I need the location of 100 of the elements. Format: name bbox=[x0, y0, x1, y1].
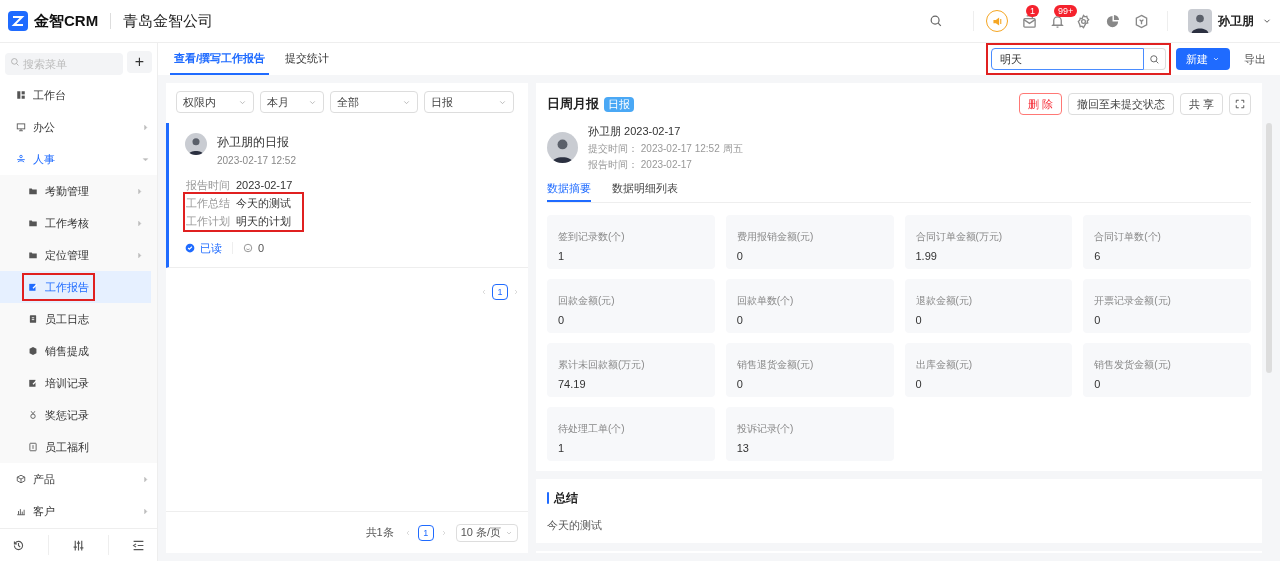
submit-time: 提交时间： 2023-02-17 12:52 周五 bbox=[588, 141, 743, 156]
menu-item[interactable]: 员工福利 bbox=[0, 431, 151, 463]
field-label: 工作总结 bbox=[186, 195, 230, 211]
stat-value: 0 bbox=[1094, 376, 1101, 392]
stat-label: 出库金额(元) bbox=[915, 357, 973, 372]
tab[interactable]: 数据明细列表 bbox=[612, 177, 678, 202]
read-status: 已读 bbox=[185, 240, 222, 257]
detail-title: 日周月报 bbox=[547, 95, 599, 114]
stat-value: 0 bbox=[736, 248, 743, 264]
pie-chart-icon[interactable] bbox=[1105, 13, 1120, 29]
monitor-icon bbox=[16, 122, 26, 132]
scrollbar[interactable] bbox=[1266, 123, 1272, 373]
stat-value: 0 bbox=[915, 376, 922, 392]
page-number[interactable]: 1 bbox=[492, 283, 508, 300]
stat-label: 回款金额(元) bbox=[558, 293, 615, 308]
stat-label: 开票记录金额(元) bbox=[1094, 293, 1171, 308]
action-button[interactable]: 撤回至未提交状态 bbox=[1067, 93, 1174, 115]
report-title: 孙卫朋的日报 bbox=[217, 134, 290, 151]
menu-item[interactable]: 工作考核 bbox=[0, 207, 151, 239]
page-size-dropdown[interactable]: 10 条/页 bbox=[455, 523, 518, 542]
folder-icon bbox=[28, 218, 38, 228]
caret-icon bbox=[1212, 55, 1220, 63]
avatar bbox=[185, 133, 207, 155]
menu-item[interactable]: 工作台 bbox=[0, 79, 157, 111]
caret-icon bbox=[136, 251, 143, 259]
filter-dropdown[interactable]: 全部 bbox=[330, 91, 418, 113]
action-button[interactable]: 共 享 bbox=[1179, 93, 1223, 115]
stat-value: 1 bbox=[558, 248, 565, 264]
search-icon[interactable] bbox=[929, 14, 943, 28]
user-name[interactable]: 孙卫朋 bbox=[1218, 12, 1254, 30]
stat-label: 销售退货金额(元) bbox=[736, 357, 814, 372]
tab[interactable]: 查看/撰写工作报告 bbox=[170, 43, 270, 75]
company-name: 青岛金智公司 bbox=[123, 10, 214, 31]
tab[interactable]: 数据摘要 bbox=[547, 177, 591, 202]
medal-icon bbox=[28, 410, 38, 420]
export-link[interactable]: 导出 bbox=[1244, 50, 1266, 68]
folder-icon bbox=[28, 186, 38, 196]
edit-icon bbox=[28, 378, 38, 388]
avatar bbox=[1188, 9, 1212, 33]
stat-label: 退款金额(元) bbox=[915, 293, 973, 308]
folder-icon bbox=[28, 250, 38, 260]
field-value: 今天的测试 bbox=[236, 195, 291, 211]
caret-icon bbox=[142, 155, 149, 163]
menu-item[interactable]: 工作报告 bbox=[0, 271, 151, 303]
filter-dropdown[interactable]: 日报 bbox=[424, 91, 514, 113]
comment-count: 0 bbox=[258, 241, 265, 256]
stat-value: 1 bbox=[558, 440, 565, 456]
dashboard-icon bbox=[16, 90, 26, 100]
hexagon-icon[interactable] bbox=[1134, 13, 1149, 29]
mail-icon[interactable] bbox=[1021, 13, 1037, 29]
menu-item[interactable]: 培训记录 bbox=[0, 367, 151, 399]
people-icon bbox=[16, 154, 26, 164]
fullscreen-button[interactable] bbox=[1229, 93, 1251, 115]
filter-dropdown[interactable]: 权限内 bbox=[176, 91, 254, 113]
tab[interactable]: 提交统计 bbox=[281, 43, 334, 75]
total-count: 共1条 bbox=[365, 525, 394, 541]
stat-value: 0 bbox=[558, 312, 565, 328]
sliders-icon[interactable] bbox=[71, 538, 85, 552]
filter-dropdown[interactable]: 本月 bbox=[260, 91, 324, 113]
stat-label: 待处理工单(个) bbox=[558, 421, 625, 436]
menu-item[interactable]: 产品 bbox=[0, 463, 157, 495]
history-icon[interactable] bbox=[11, 538, 25, 552]
summary-text: 今天的测试 bbox=[547, 517, 603, 533]
menu-item[interactable]: 考勤管理 bbox=[0, 175, 151, 207]
stat-value: 0 bbox=[1094, 312, 1101, 328]
menu-item[interactable]: 定位管理 bbox=[0, 239, 151, 271]
menu-item[interactable]: 奖惩记录 bbox=[0, 399, 151, 431]
search-icon bbox=[1149, 53, 1160, 65]
stat-value: 1.99 bbox=[915, 248, 937, 264]
menu-item[interactable]: 员工日志 bbox=[0, 303, 151, 335]
settings-icon[interactable] bbox=[1076, 13, 1091, 29]
field-label: 报告时间 bbox=[186, 177, 230, 193]
stat-label: 投诉记录(个) bbox=[736, 421, 794, 436]
add-button[interactable]: + bbox=[127, 51, 152, 73]
report-time: 报告时间： 2023-02-17 bbox=[588, 157, 693, 172]
logo-icon bbox=[8, 11, 28, 31]
caret-icon bbox=[136, 187, 143, 195]
search-button[interactable] bbox=[1144, 48, 1166, 70]
menu-item[interactable]: 销售提成 bbox=[0, 335, 151, 367]
caret-icon bbox=[142, 123, 149, 131]
search-field[interactable]: 明天 bbox=[991, 48, 1144, 70]
stat-value: 74.19 bbox=[558, 376, 586, 392]
expand-icon bbox=[1235, 99, 1245, 109]
caret-icon bbox=[142, 475, 149, 483]
menu-item[interactable]: 客户 bbox=[0, 495, 157, 527]
caret-icon bbox=[136, 219, 143, 227]
author-line: 孙卫朋 2023-02-17 bbox=[588, 124, 682, 139]
report-card[interactable]: 孙卫朋的日报 2023-02-17 12:52 报告时间 2023-02-17 工作总结 今天的测试 工作计划 明天的计划 已读 0 bbox=[166, 123, 528, 268]
bell-icon[interactable] bbox=[1049, 13, 1065, 29]
brand-name: 金智CRM bbox=[34, 10, 99, 31]
menu-item[interactable]: 人事 bbox=[0, 143, 157, 175]
menu-item[interactable]: 办公 bbox=[0, 111, 157, 143]
stat-value: 6 bbox=[1094, 248, 1101, 264]
hexagon-icon bbox=[28, 346, 38, 356]
new-button[interactable]: 新建 bbox=[1176, 48, 1230, 70]
stat-label: 销售发货金额(元) bbox=[1094, 357, 1171, 372]
action-button[interactable]: 删 除 bbox=[1018, 93, 1062, 115]
page-number[interactable]: 1 bbox=[417, 524, 434, 541]
collapse-menu-icon[interactable] bbox=[132, 538, 146, 552]
bar-chart-icon bbox=[16, 506, 26, 516]
